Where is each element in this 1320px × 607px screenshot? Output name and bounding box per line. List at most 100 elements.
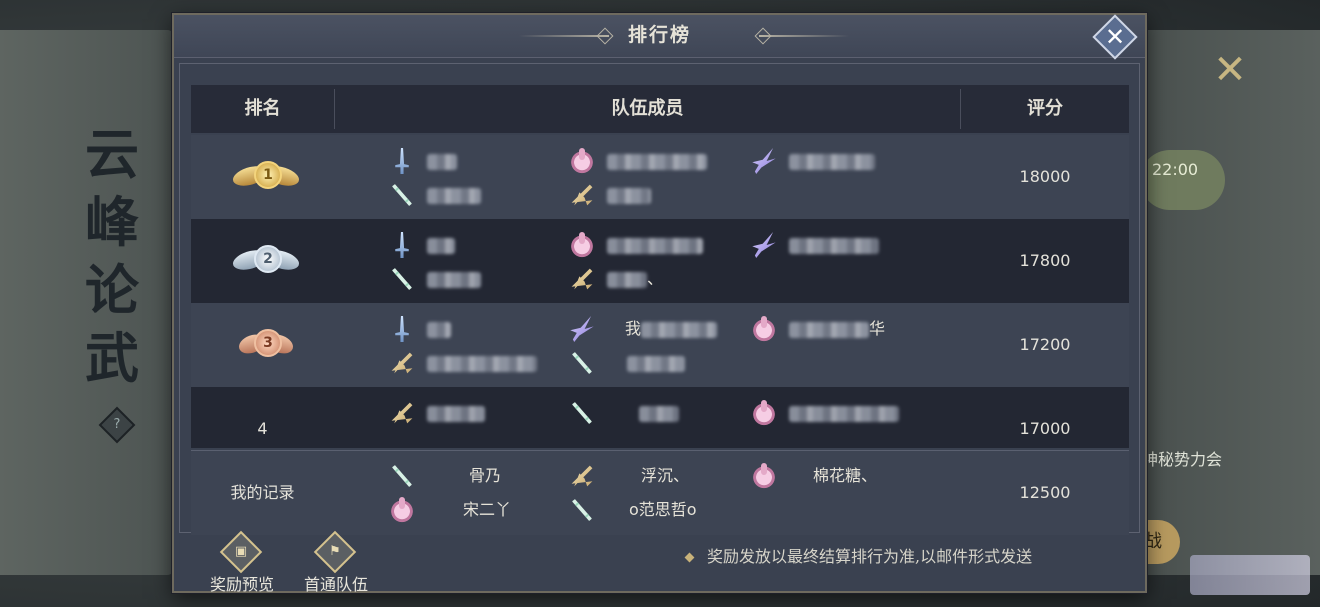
rank-cell: 2 xyxy=(191,219,334,303)
member-name: 、 xyxy=(647,269,664,288)
team-member[interactable]: 棉花糖、 xyxy=(751,461,931,491)
rank-number: 3 xyxy=(254,329,282,357)
hidden-name xyxy=(427,187,481,204)
sword-class-icon xyxy=(395,148,409,174)
table-header: 排名 队伍成员 评分 xyxy=(191,85,1129,133)
pink-class-icon xyxy=(389,497,415,523)
team-member[interactable] xyxy=(569,146,749,176)
team-member[interactable] xyxy=(751,230,931,260)
member-name: 宋二丫 xyxy=(463,500,512,519)
pink-class-icon xyxy=(569,148,595,174)
member-name: 棉花糖、 xyxy=(813,466,878,485)
background-close-icon[interactable]: ✕ xyxy=(1210,50,1250,90)
team-member[interactable] xyxy=(569,348,749,378)
team-member[interactable] xyxy=(389,348,569,378)
team-member[interactable] xyxy=(389,180,569,210)
team-member[interactable]: 我 xyxy=(569,314,749,344)
reward-notice: 奖励发放以最终结算排行为准,以邮件形式发送 xyxy=(684,543,1032,567)
team-member[interactable] xyxy=(389,314,569,344)
event-title-char: 武 xyxy=(85,326,141,390)
flute-class-icon xyxy=(571,465,593,487)
feather-class-icon xyxy=(752,232,776,258)
my-record-row: 我的记录 骨乃 浮沉、 棉花糖、 宋二丫 o范思哲o 12500 xyxy=(191,450,1129,535)
team-member[interactable]: 宋二丫 xyxy=(389,495,569,525)
hidden-name xyxy=(427,321,451,338)
help-icon[interactable]: ? xyxy=(98,406,136,444)
team-member[interactable]: 华 xyxy=(751,314,931,344)
hidden-name xyxy=(789,237,879,254)
flute-class-icon xyxy=(391,352,413,374)
dialog-header: 排行榜 ✕ xyxy=(174,14,1145,60)
hidden-name xyxy=(789,153,875,170)
team-member[interactable]: 、 xyxy=(569,264,749,294)
spear-class-icon xyxy=(571,351,593,375)
silver-medal-icon: 2 xyxy=(233,245,299,277)
rank-number: 1 xyxy=(254,161,282,189)
pink-class-icon xyxy=(569,232,595,258)
hidden-name xyxy=(427,153,457,170)
dialog-title: 排行榜 xyxy=(627,24,691,46)
team-member[interactable] xyxy=(569,398,749,428)
side-text: 神秘势力会 xyxy=(1142,450,1223,469)
hidden-name xyxy=(789,405,899,422)
spear-class-icon xyxy=(571,401,593,425)
table-row[interactable]: 2 、 17800 xyxy=(191,219,1129,303)
team-member[interactable] xyxy=(389,230,569,260)
pink-class-icon xyxy=(751,316,777,342)
first-clear-team-button[interactable]: ⚑ 首通队伍 xyxy=(296,530,376,597)
team-member[interactable]: 骨乃 xyxy=(389,461,569,491)
sword-class-icon xyxy=(395,232,409,258)
rank-cell: 1 xyxy=(191,135,334,219)
score-value: 17000 xyxy=(1019,419,1071,438)
hidden-name xyxy=(641,321,718,338)
score-value: 17800 xyxy=(1019,251,1071,270)
table-body[interactable]: 1 18000 2 、 17800 3 我 华 17200 4 17000 xyxy=(191,135,1129,448)
score-value: 17200 xyxy=(1019,335,1071,354)
feather-class-icon xyxy=(570,316,594,342)
team-member[interactable] xyxy=(389,398,569,428)
event-title: 云 峰 论 武 xyxy=(78,120,148,392)
hidden-name xyxy=(627,355,685,372)
spear-class-icon xyxy=(391,464,413,488)
table-row[interactable]: 1 18000 xyxy=(191,135,1129,219)
rank-cell: 3 xyxy=(191,303,334,387)
event-title-char: 论 xyxy=(85,258,141,322)
flag-icon: ⚑ xyxy=(313,530,357,574)
hidden-name xyxy=(639,405,679,422)
header-score: 评分 xyxy=(1027,98,1063,119)
member-name: 华 xyxy=(869,319,886,338)
feather-class-icon xyxy=(752,148,776,174)
diamond-bullet-icon xyxy=(684,552,695,563)
team-member[interactable] xyxy=(751,146,931,176)
team-member[interactable] xyxy=(389,146,569,176)
hidden-name xyxy=(607,187,651,204)
rank-number: 2 xyxy=(254,245,282,273)
my-score-value: 12500 xyxy=(1019,483,1071,502)
member-name: 骨乃 xyxy=(469,466,502,485)
member-name: o范思哲o xyxy=(629,500,697,519)
team-member[interactable]: o范思哲o xyxy=(569,495,749,525)
spear-class-icon xyxy=(571,498,593,522)
team-member[interactable] xyxy=(751,398,931,428)
team-member[interactable] xyxy=(569,180,749,210)
reward-preview-label: 奖励预览 xyxy=(209,575,274,594)
hidden-name xyxy=(427,405,485,422)
flute-class-icon xyxy=(571,268,593,290)
reward-preview-button[interactable]: ▣ 奖励预览 xyxy=(202,530,282,597)
score-value: 18000 xyxy=(1019,167,1071,186)
table-row[interactable]: 3 我 华 17200 xyxy=(191,303,1129,387)
rank-number: 4 xyxy=(257,419,268,438)
hidden-name xyxy=(789,321,869,338)
team-member[interactable] xyxy=(389,264,569,294)
event-banner: 云 峰 论 武 ? xyxy=(0,30,175,575)
chest-icon: ▣ xyxy=(219,530,263,574)
close-icon: ✕ xyxy=(1104,23,1126,51)
team-member[interactable]: 浮沉、 xyxy=(569,461,749,491)
event-title-char: 峰 xyxy=(85,190,141,254)
pink-class-icon xyxy=(751,400,777,426)
title-ornament-right xyxy=(759,35,849,37)
table-row[interactable]: 4 17000 xyxy=(191,387,1129,448)
team-member[interactable] xyxy=(569,230,749,260)
pink-class-icon xyxy=(751,463,777,489)
hidden-name xyxy=(607,271,647,288)
